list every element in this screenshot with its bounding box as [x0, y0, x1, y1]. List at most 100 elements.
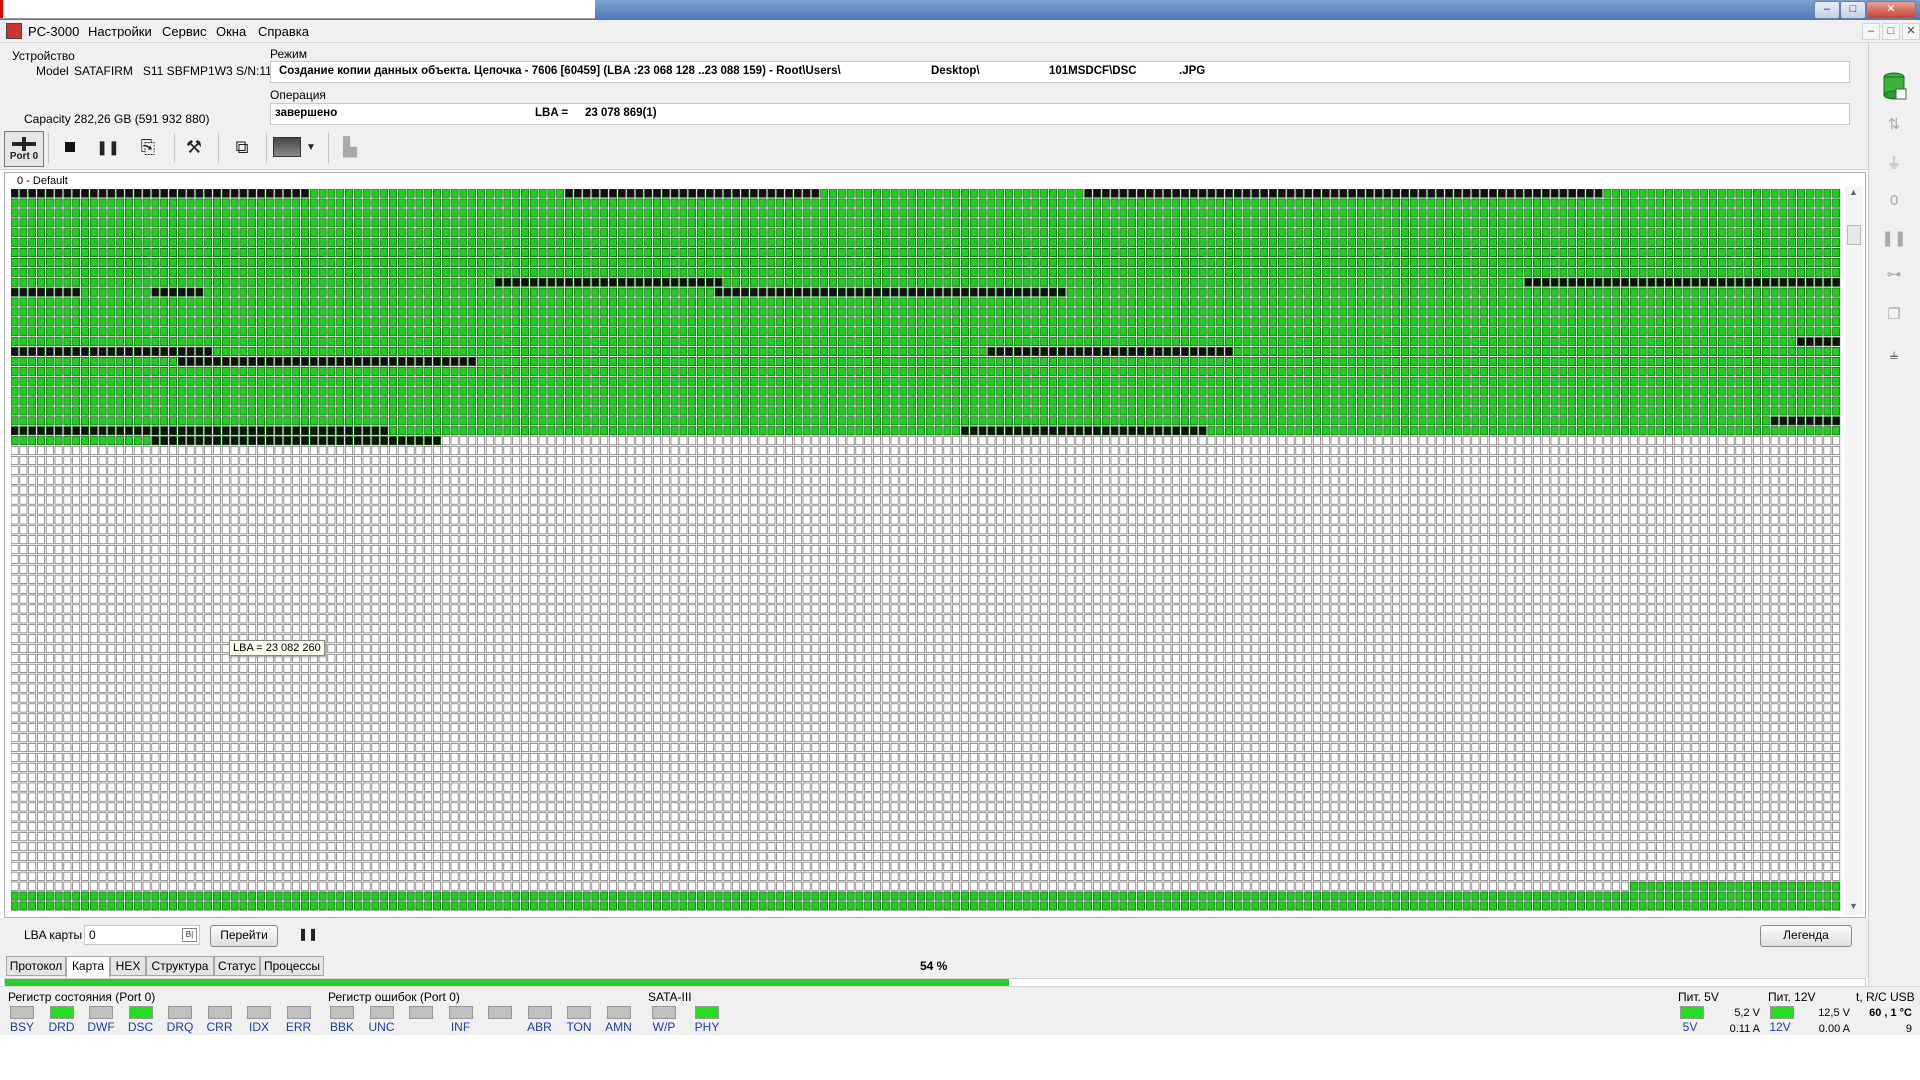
sector-block[interactable]	[1357, 337, 1365, 347]
sector-block[interactable]	[829, 238, 837, 248]
sector-block[interactable]	[1515, 189, 1524, 198]
sector-block[interactable]	[450, 287, 459, 297]
pause-button[interactable]: ❚❚	[92, 131, 124, 163]
sector-block[interactable]	[925, 208, 934, 218]
sector-block[interactable]	[89, 416, 98, 426]
sector-block[interactable]	[969, 337, 978, 347]
sector-block[interactable]	[1612, 396, 1621, 406]
sector-block[interactable]	[63, 386, 72, 396]
sector-block[interactable]	[547, 317, 556, 327]
sector-block[interactable]	[705, 277, 714, 287]
sector-block[interactable]	[213, 396, 221, 406]
sector-block[interactable]	[89, 287, 98, 297]
sector-block[interactable]	[881, 416, 890, 426]
sector-block[interactable]	[1040, 307, 1049, 317]
sector-block[interactable]	[670, 257, 679, 267]
sector-block[interactable]	[1075, 376, 1084, 386]
sector-block[interactable]	[952, 356, 961, 366]
sector-block[interactable]	[468, 356, 477, 366]
sector-block[interactable]	[609, 386, 617, 396]
sector-block[interactable]	[1585, 386, 1594, 396]
sector-block[interactable]	[873, 366, 881, 376]
sector-block[interactable]	[1682, 297, 1691, 307]
sector-block[interactable]	[1040, 287, 1049, 297]
sector-block[interactable]	[318, 277, 327, 287]
sector-block[interactable]	[837, 267, 846, 277]
sector-block[interactable]	[1181, 406, 1189, 416]
sector-block[interactable]	[1629, 376, 1638, 386]
sector-block[interactable]	[1462, 396, 1471, 406]
sector-block[interactable]	[802, 386, 811, 396]
sector-block[interactable]	[978, 267, 987, 277]
sector-block[interactable]	[1093, 307, 1101, 317]
sector-block[interactable]	[397, 198, 406, 208]
sector-block[interactable]	[653, 257, 661, 267]
sector-block[interactable]	[829, 386, 837, 396]
sector-block[interactable]	[1225, 248, 1233, 258]
sector-block[interactable]	[1577, 376, 1585, 386]
sector-block[interactable]	[952, 386, 961, 396]
sector-block[interactable]	[309, 208, 318, 218]
sector-block[interactable]	[547, 416, 556, 426]
sector-block[interactable]	[1524, 257, 1533, 267]
sector-block[interactable]	[1225, 347, 1233, 357]
sector-block[interactable]	[283, 297, 292, 307]
sector-block[interactable]	[433, 416, 441, 426]
sector-block[interactable]	[1524, 228, 1533, 238]
sector-block[interactable]	[653, 356, 661, 366]
sector-block[interactable]	[1550, 277, 1559, 287]
sector-block[interactable]	[538, 248, 547, 258]
sector-block[interactable]	[881, 257, 890, 267]
sector-block[interactable]	[1638, 366, 1647, 376]
sector-block[interactable]	[1709, 337, 1717, 347]
sector-block[interactable]	[1295, 257, 1304, 267]
sector-block[interactable]	[72, 277, 81, 287]
sector-block[interactable]	[864, 386, 873, 396]
sector-block[interactable]	[820, 376, 829, 386]
sector-block[interactable]	[741, 327, 749, 337]
sector-block[interactable]	[230, 277, 239, 287]
sector-block[interactable]	[1436, 356, 1445, 366]
sector-block[interactable]	[406, 327, 415, 337]
sector-block[interactable]	[265, 297, 274, 307]
sector-block[interactable]	[327, 287, 336, 297]
sector-block[interactable]	[767, 218, 776, 228]
sector-block[interactable]	[855, 228, 864, 238]
sector-block[interactable]	[28, 218, 37, 228]
sector-block[interactable]	[1198, 257, 1207, 267]
sector-block[interactable]	[239, 198, 248, 208]
sector-block[interactable]	[1093, 317, 1101, 327]
sector-block[interactable]	[292, 218, 301, 228]
sector-block[interactable]	[1603, 218, 1612, 228]
sector-block[interactable]	[635, 208, 644, 218]
sector-block[interactable]	[1436, 347, 1445, 357]
sector-block[interactable]	[512, 327, 521, 337]
sector-block[interactable]	[829, 347, 837, 357]
sector-block[interactable]	[1735, 287, 1744, 297]
sector-block[interactable]	[1744, 386, 1753, 396]
sector-block[interactable]	[309, 347, 318, 357]
sector-block[interactable]	[635, 376, 644, 386]
sector-block[interactable]	[274, 307, 283, 317]
sector-block[interactable]	[1049, 277, 1057, 287]
sector-block[interactable]	[987, 317, 996, 327]
sector-block[interactable]	[1137, 337, 1145, 347]
sector-block[interactable]	[1638, 267, 1647, 277]
sector-block[interactable]	[934, 376, 943, 386]
sector-block[interactable]	[1339, 267, 1348, 277]
sector-block[interactable]	[89, 396, 98, 406]
sector-block[interactable]	[1093, 386, 1101, 396]
sector-block[interactable]	[846, 277, 855, 287]
sector-block[interactable]	[538, 297, 547, 307]
sector-block[interactable]	[1357, 376, 1365, 386]
sector-block[interactable]	[1145, 208, 1154, 218]
sector-block[interactable]	[741, 198, 749, 208]
sector-block[interactable]	[450, 208, 459, 218]
sector-block[interactable]	[837, 189, 846, 198]
sector-block[interactable]	[1181, 208, 1189, 218]
sector-block[interactable]	[1691, 248, 1700, 258]
sector-block[interactable]	[908, 416, 917, 426]
sector-block[interactable]	[1559, 208, 1568, 218]
sector-block[interactable]	[1779, 277, 1788, 287]
sector-block[interactable]	[952, 366, 961, 376]
